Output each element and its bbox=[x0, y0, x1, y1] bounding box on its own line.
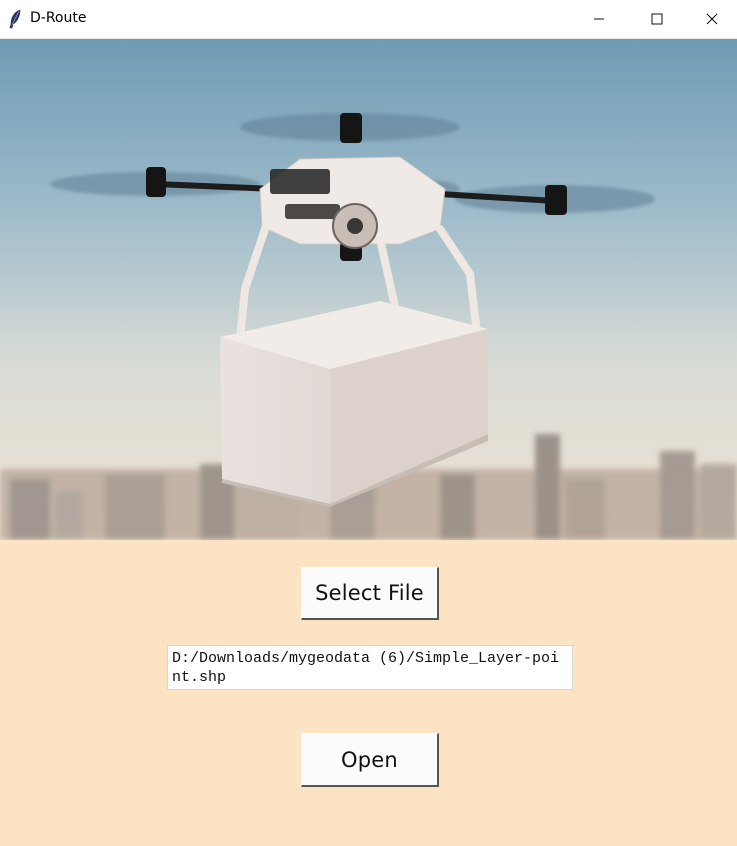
minimize-icon bbox=[593, 10, 605, 29]
open-button[interactable]: Open bbox=[301, 733, 439, 787]
maximize-button[interactable] bbox=[628, 0, 686, 38]
close-button[interactable] bbox=[686, 0, 737, 38]
hero-image bbox=[0, 39, 737, 540]
minimize-button[interactable] bbox=[570, 0, 628, 38]
title-bar[interactable]: D-Route bbox=[0, 0, 737, 39]
feather-icon bbox=[8, 9, 22, 29]
maximize-icon bbox=[651, 10, 663, 29]
file-path-field[interactable]: D:/Downloads/mygeodata (6)/Simple_Layer-… bbox=[167, 645, 573, 690]
select-file-button[interactable]: Select File bbox=[301, 567, 439, 620]
close-icon bbox=[706, 10, 718, 29]
app-window: D-Route Select File D:/Downloads/mygeoda… bbox=[0, 0, 737, 846]
delivery-drone-image bbox=[0, 39, 737, 540]
window-title: D-Route bbox=[30, 10, 87, 26]
